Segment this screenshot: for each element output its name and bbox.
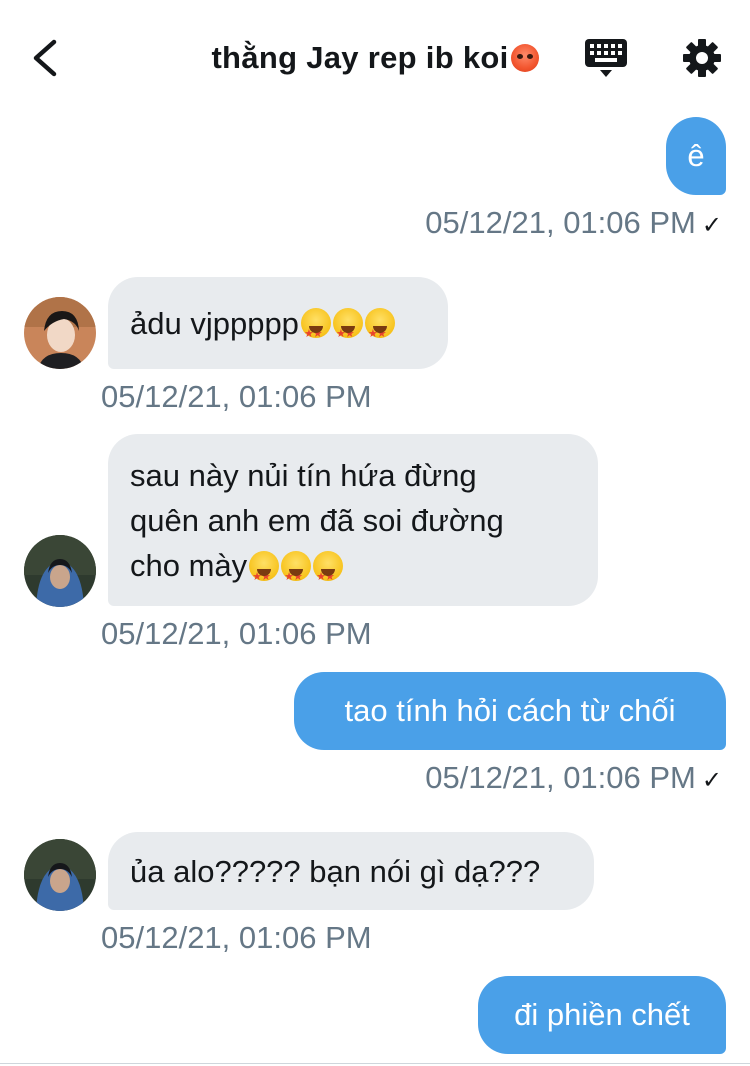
avatar-photo — [24, 535, 96, 607]
avatar[interactable] — [24, 535, 96, 607]
message-text: tao tính hỏi cách từ chối — [344, 693, 676, 728]
message-timestamp: 05/12/21, 01:06 PM ✓ — [425, 205, 722, 240]
read-check-icon: ✓ — [701, 212, 722, 239]
message-timestamp: 05/12/21, 01:06 PM — [101, 920, 372, 955]
read-check-icon: ✓ — [701, 767, 722, 794]
settings-gear-icon[interactable] — [680, 36, 724, 80]
chat-header: thằng Jay rep ib koi — [0, 0, 750, 115]
message-text: ê — [687, 138, 705, 173]
keyboard-icon[interactable] — [584, 37, 628, 79]
star-struck-icon — [300, 308, 331, 357]
star-struck-icon — [281, 550, 312, 600]
message-timestamp: 05/12/21, 01:06 PM — [101, 379, 372, 414]
angry-face-icon — [510, 44, 539, 72]
outgoing-message[interactable]: đi phiền chết — [478, 976, 726, 1054]
conversation-title: thằng Jay rep ib koi — [0, 40, 750, 76]
message-text: ảdu vjppppp — [130, 305, 299, 341]
message-line: quên anh em đã soi đường — [130, 502, 504, 538]
star-struck-icon — [313, 550, 344, 600]
incoming-message[interactable]: sau này nủi tín hứa đừng quên anh em đã … — [108, 434, 598, 606]
incoming-message[interactable]: ủa alo????? bạn nói gì dạ??? — [108, 832, 594, 910]
conversation-title-text: thằng Jay rep ib koi — [211, 40, 509, 75]
message-line-last: cho mày — [130, 543, 344, 600]
star-struck-icon — [332, 308, 363, 357]
message-text: đi phiền chết — [514, 997, 690, 1032]
outgoing-message[interactable]: ê — [666, 117, 726, 195]
star-struck-icon — [249, 550, 280, 600]
message-line: sau này nủi tín hứa đừng — [130, 457, 477, 493]
avatar-photo — [24, 839, 96, 911]
avatar-photo — [24, 297, 96, 369]
outgoing-message[interactable]: tao tính hỏi cách từ chối — [294, 672, 726, 750]
avatar[interactable] — [24, 297, 96, 369]
incoming-message[interactable]: ảdu vjppppp — [108, 277, 448, 369]
message-text: ủa alo????? bạn nói gì dạ??? — [130, 853, 541, 889]
star-struck-icon — [364, 308, 395, 357]
composer-divider — [0, 1063, 750, 1064]
message-timestamp: 05/12/21, 01:06 PM — [101, 616, 372, 651]
avatar[interactable] — [24, 839, 96, 911]
message-timestamp: 05/12/21, 01:06 PM ✓ — [425, 760, 722, 795]
